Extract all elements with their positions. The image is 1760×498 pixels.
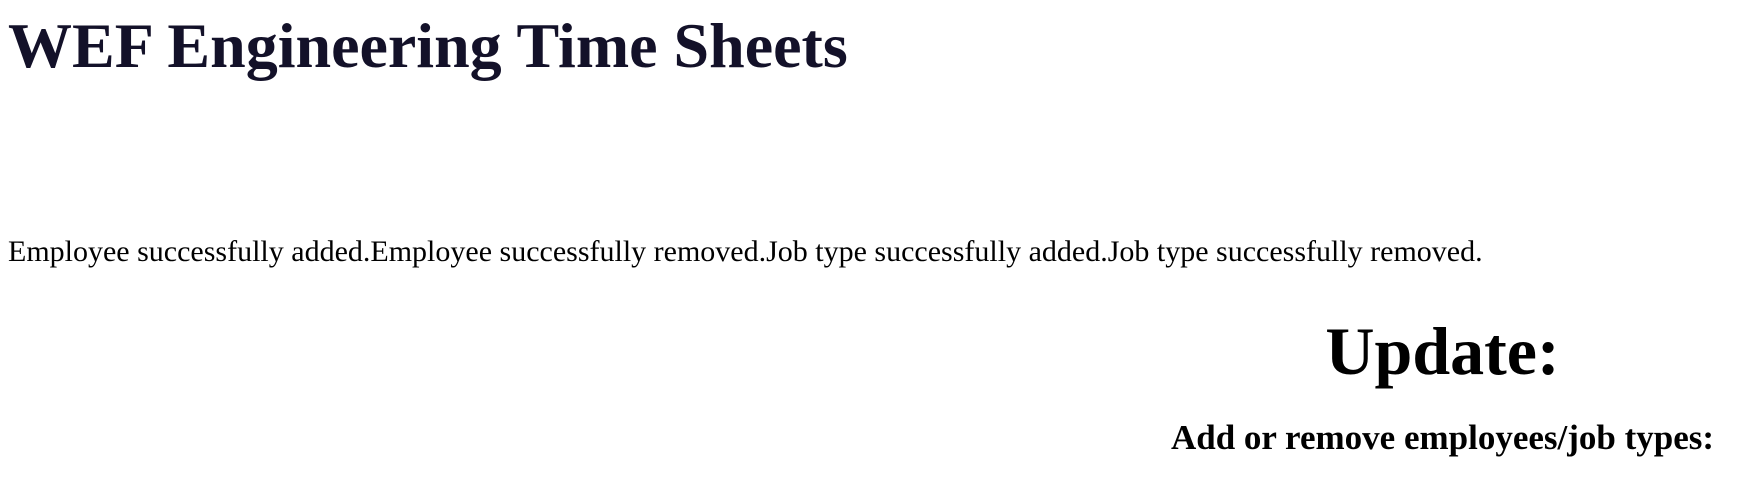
status-message-employee-added: Employee successfully added.: [8, 235, 371, 268]
status-message-job-type-removed: Job type successfully removed.: [1107, 235, 1483, 268]
update-section: Update: Add or remove employees/job type…: [1140, 315, 1745, 459]
page: WEF Engineering Time Sheets Employee suc…: [0, 0, 1760, 498]
update-heading: Update:: [1325, 313, 1560, 389]
page-title: WEF Engineering Time Sheets: [8, 10, 848, 81]
add-remove-subheading: Add or remove employees/job types:: [1170, 418, 1715, 457]
status-message-job-type-added: Job type successfully added.: [766, 235, 1108, 268]
status-message-employee-removed: Employee successfully removed.: [370, 235, 767, 268]
status-messages: Employee successfully added.Employee suc…: [8, 234, 1483, 270]
